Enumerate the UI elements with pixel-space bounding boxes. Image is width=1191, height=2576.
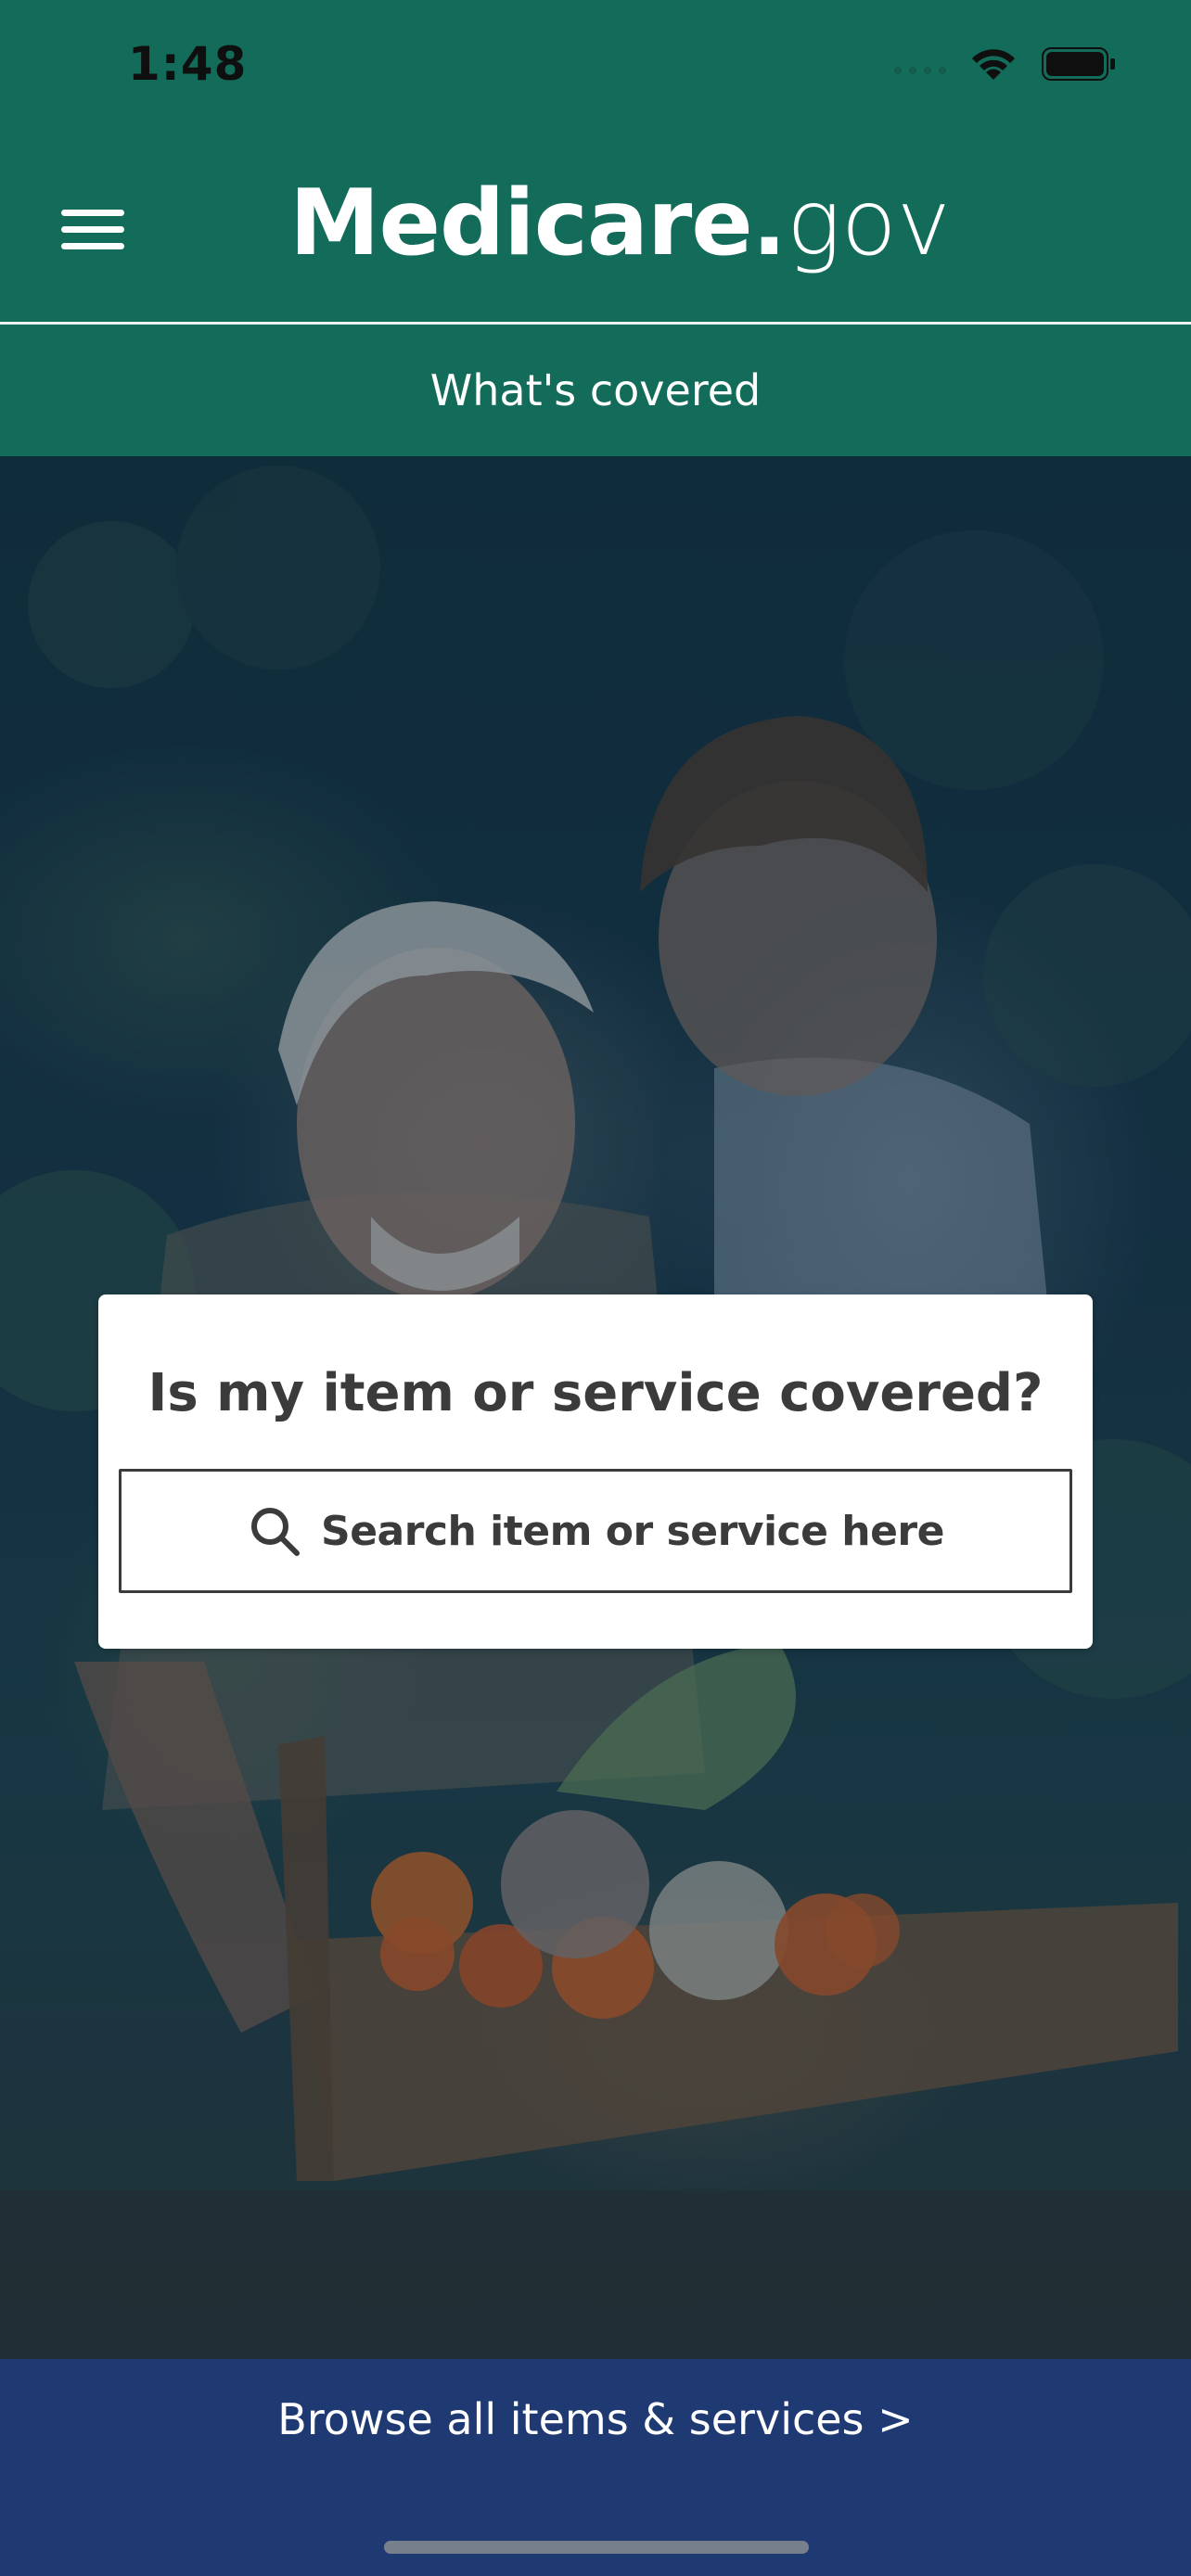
- section-header: What's covered: [0, 325, 1191, 456]
- logo-dot: .: [751, 171, 787, 276]
- status-bar: 1:48: [0, 0, 1191, 139]
- section-title: What's covered: [429, 365, 762, 415]
- status-icons: [894, 46, 1117, 82]
- search-input[interactable]: Search item or service here: [119, 1469, 1072, 1593]
- search-question: Is my item or service covered?: [147, 1363, 1044, 1423]
- search-card: Is my item or service covered? Search it…: [98, 1294, 1093, 1649]
- battery-icon: [1041, 46, 1117, 82]
- app-header: Medicare.gov: [0, 139, 1191, 323]
- medicare-logo: Medicare.gov: [289, 171, 951, 276]
- status-time: 1:48: [128, 37, 248, 91]
- app-screen: 1:48 Medicare.gov What's covered Is my i…: [0, 0, 1191, 2576]
- search-icon: [251, 1508, 301, 1556]
- menu-icon[interactable]: [61, 206, 124, 254]
- logo-brand: Medicare: [289, 171, 753, 276]
- search-placeholder: Search item or service here: [321, 1507, 944, 1555]
- wifi-icon: [970, 46, 1017, 82]
- logo-tld: gov: [786, 171, 951, 276]
- home-indicator[interactable]: [384, 2541, 809, 2554]
- browse-all-link[interactable]: Browse all items & services >: [0, 2394, 1191, 2444]
- signal-icon: [894, 54, 946, 74]
